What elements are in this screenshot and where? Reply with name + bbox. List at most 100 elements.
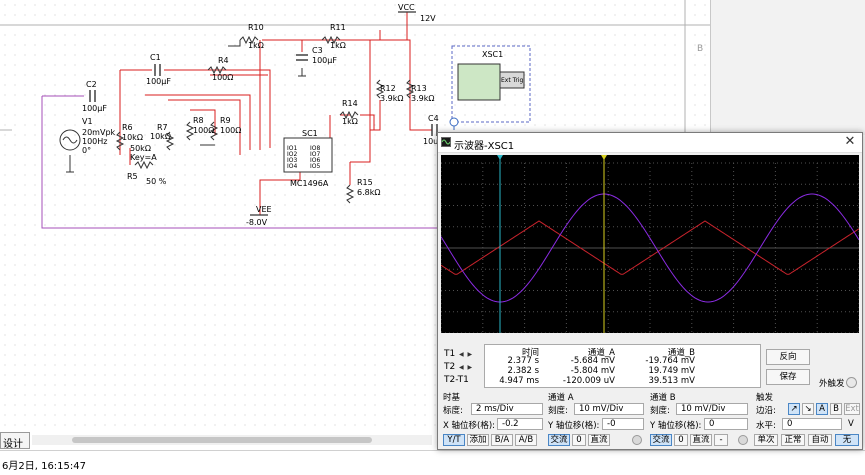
close-icon[interactable]: ✕ (842, 134, 858, 150)
r5-value: 50kΩ (130, 144, 151, 153)
edge-rise-icon[interactable]: ↗ (788, 403, 800, 415)
t2-arrows[interactable]: ◀ ▶ (459, 364, 473, 371)
scope-grid (440, 162, 860, 334)
r11-name: R11 (330, 23, 346, 32)
r14-name: R14 (342, 99, 358, 108)
channel-a-terminal-icon (632, 435, 642, 445)
r5-key: Key=A (130, 153, 157, 162)
r9-value: 100Ω (220, 126, 241, 135)
xsc1-name: XSC1 (482, 50, 503, 59)
timebase-xpos-field[interactable]: -0.2 (497, 418, 543, 430)
mode-ab-button[interactable]: A/B (515, 434, 537, 446)
t2t1-channel-b: 39.513 mV (648, 376, 695, 386)
channel-a-title: 通道 A (548, 393, 574, 403)
channel-a-ypos-field[interactable]: -0 (602, 418, 644, 430)
r12-value: 3.9kΩ (380, 94, 403, 103)
trigger-source-ext-button[interactable]: Ext (844, 403, 860, 415)
scope-traces (440, 155, 860, 334)
channel-b-ac-button[interactable]: 交流 (650, 434, 672, 446)
t2t1-channel-a: -120.009 uV (562, 376, 615, 386)
channel-b-dc-button[interactable]: 直流 (690, 434, 712, 446)
t2t1-label: T2-T1 (444, 375, 469, 385)
trigger-source-b-button[interactable]: B (830, 403, 842, 415)
ic-pins-left: IO1 IO2 IO3 IO4 (287, 145, 297, 170)
channel-b-scale-label: 刻度: (650, 406, 670, 416)
channel-a-scale-field[interactable]: 10 mV/Div (574, 403, 644, 415)
r13-name: R13 (411, 84, 427, 93)
t2-channel-b: 19.749 mV (648, 366, 695, 376)
t1-arrows[interactable]: ◀ ▶ (459, 351, 473, 358)
r4-name: R4 (218, 56, 229, 65)
oscilloscope-window: 示波器-XSC1 ✕ T1 ◀ ▶ T2 ◀ ▶ T2-T1 时间 通道_A 通… (437, 132, 863, 450)
t2-label: T2 (444, 362, 456, 372)
sheet-zone-letter: B (697, 44, 704, 54)
r10-value: 1kΩ (248, 41, 264, 50)
scroll-thumb[interactable] (72, 437, 372, 443)
channel-a-ac-button[interactable]: 交流 (548, 434, 570, 446)
v1-phase: 0° (82, 146, 91, 155)
status-text: 6月2日, 16:15:47 (2, 461, 86, 472)
channel-b-scale-field[interactable]: 10 mV/Div (676, 403, 748, 415)
trigger-normal-button[interactable]: 正常 (781, 434, 805, 446)
channel-b-group: 通道 B 刻度: 10 mV/Div Y 轴位移(格): 0 交流 0 直流 - (648, 391, 752, 449)
mode-add-button[interactable]: 添加 (467, 434, 489, 446)
trigger-level-field[interactable]: 0 (782, 418, 842, 430)
r10-name: R10 (248, 23, 264, 32)
c1-name: C1 (150, 53, 161, 62)
channel-a-zero-button[interactable]: 0 (572, 434, 586, 446)
channel-b-ypos-label: Y 轴位移(格): (650, 421, 702, 431)
trigger-auto-button[interactable]: 自动 (808, 434, 832, 446)
ic-pins-right: IO8 IO7 IO6 IO5 (310, 145, 320, 170)
tab-design[interactable]: 设计1 (0, 432, 30, 461)
t2-time: 2.382 s (507, 366, 539, 376)
r15-value: 6.8kΩ (357, 188, 380, 197)
mode-yt-button[interactable]: Y/T (443, 434, 465, 446)
reverse-button[interactable]: 反向 (766, 349, 810, 365)
r4-value: 100Ω (212, 73, 233, 82)
ic-name: SC1 (302, 129, 318, 138)
c4-name: C4 (428, 114, 439, 123)
trigger-single-button[interactable]: 单次 (754, 434, 778, 446)
vcc-value: 12V (420, 14, 436, 23)
scope-titlebar[interactable]: 示波器-XSC1 ✕ (438, 133, 862, 153)
ic-part: MC1496A (290, 179, 329, 188)
v1-amp: 20mVpk (82, 128, 116, 137)
timebase-scale-field[interactable]: 2 ms/Div (471, 403, 543, 415)
channel-b-invert-button[interactable]: - (714, 434, 728, 446)
scope-display (440, 155, 860, 334)
channel-b-zero-button[interactable]: 0 (674, 434, 688, 446)
r7-value: 10kΩ (150, 132, 171, 141)
trigger-none-button[interactable]: 无 (835, 434, 859, 446)
ext-trigger-label: 外触发 (819, 379, 845, 389)
t1-channel-a: -5.684 mV (570, 356, 615, 366)
r9-name: R9 (220, 116, 231, 125)
cursor-t1-handle (497, 155, 503, 160)
c3-value: 100µF (312, 56, 337, 65)
channel-b-title: 通道 B (650, 393, 676, 403)
channel-a-dc-button[interactable]: 直流 (588, 434, 610, 446)
ext-trigger-terminal[interactable] (846, 377, 857, 388)
trigger-level-unit: V (848, 419, 854, 429)
channel-b-ypos-field[interactable]: 0 (704, 418, 748, 430)
r14-value: 1kΩ (342, 117, 358, 126)
v1-freq: 100Hz (82, 137, 107, 146)
r5-percent: 50 % (146, 177, 167, 186)
r8-value: 100Ω (193, 126, 214, 135)
edge-fall-icon[interactable]: ↘ (802, 403, 814, 415)
trigger-level-label: 水平: (756, 421, 776, 431)
scope-app-icon (441, 137, 451, 147)
r12-name: R12 (380, 84, 396, 93)
mode-ba-button[interactable]: B/A (491, 434, 513, 446)
timebase-xpos-label: X 轴位移(格): (443, 421, 496, 431)
t1-label: T1 (444, 349, 456, 359)
trigger-source-a-button[interactable]: A (816, 403, 828, 415)
trigger-group: 触发 边沿: ↗ ↘ A B Ext 水平: 0 V 单次 正常 自动 无 (754, 391, 862, 449)
c2-name: C2 (86, 80, 97, 89)
save-button[interactable]: 保存 (766, 369, 810, 385)
t1-time: 2.377 s (507, 356, 539, 366)
trigger-title: 触发 (756, 393, 774, 403)
r8-name: R8 (193, 116, 204, 125)
horizontal-scrollbar[interactable] (32, 435, 432, 445)
r6-value: 10kΩ (122, 133, 143, 142)
t2-channel-a: -5.804 mV (570, 366, 615, 376)
